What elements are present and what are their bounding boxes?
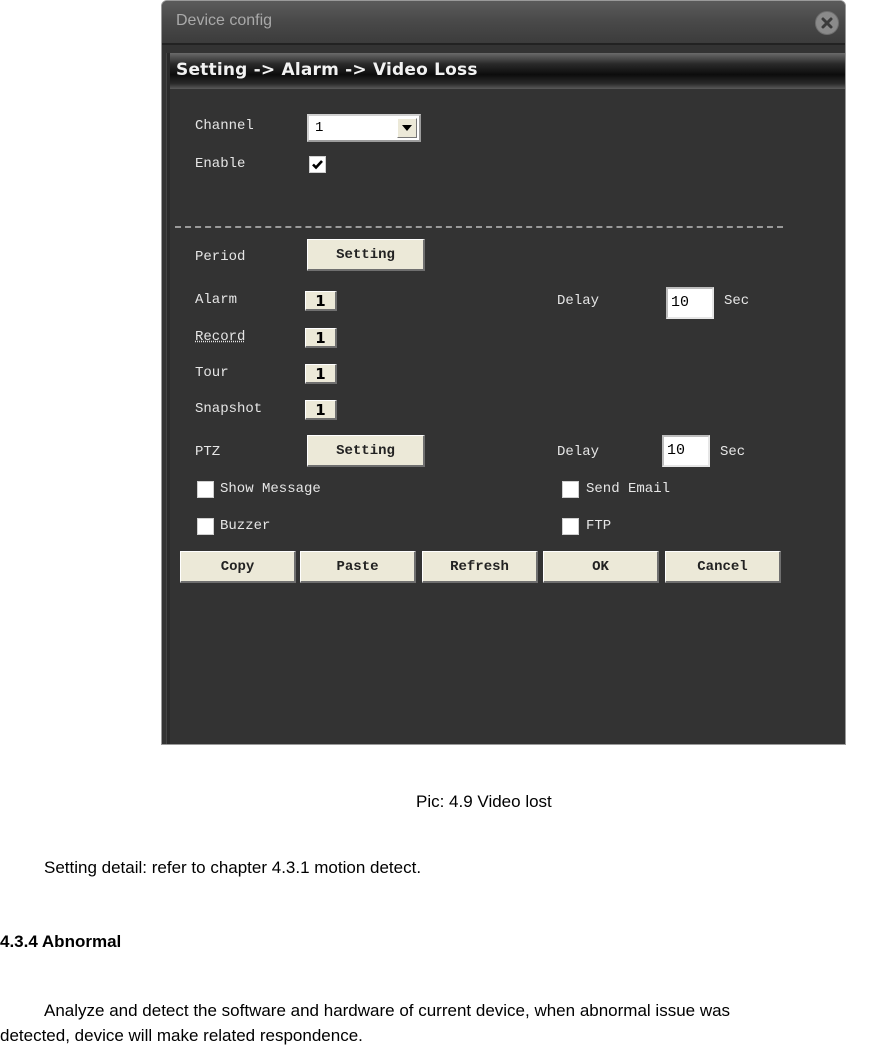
- refresh-button[interactable]: Refresh: [422, 551, 538, 583]
- send-email-label: Send Email: [586, 481, 671, 497]
- ftp-checkbox[interactable]: [562, 518, 579, 535]
- period-label: Period: [195, 249, 246, 265]
- close-icon: [821, 17, 833, 29]
- buzzer-checkbox[interactable]: [197, 518, 214, 535]
- ok-button[interactable]: OK: [543, 551, 659, 583]
- snapshot-label: Snapshot: [195, 401, 263, 417]
- ftp-label: FTP: [586, 518, 612, 534]
- alarm-delay-label: Delay: [557, 293, 600, 309]
- alarm-label: Alarm: [195, 292, 238, 308]
- channel-select[interactable]: 1: [307, 114, 421, 142]
- ptz-delay-label: Delay: [557, 444, 600, 460]
- record-label: Record: [195, 329, 246, 345]
- ptz-delay-unit: Sec: [720, 444, 746, 460]
- tour-label: Tour: [195, 365, 229, 381]
- cancel-button[interactable]: Cancel: [665, 551, 781, 583]
- enable-label: Enable: [195, 156, 246, 172]
- buzzer-label: Buzzer: [220, 518, 271, 534]
- snapshot-channel-button[interactable]: 1: [305, 400, 337, 420]
- channel-label: Channel: [195, 118, 254, 134]
- show-message-checkbox[interactable]: [197, 481, 214, 498]
- alarm-output-button[interactable]: 1: [305, 291, 337, 311]
- dialog-titlebar[interactable]: Device config: [162, 1, 845, 45]
- ptz-label: PTZ: [195, 444, 221, 460]
- checkmark-icon: [312, 160, 323, 170]
- send-email-checkbox[interactable]: [562, 481, 579, 498]
- dropdown-button[interactable]: [397, 118, 417, 138]
- dialog-title: Device config: [176, 12, 273, 29]
- device-config-dialog: Device config Setting -> Alarm -> Video …: [161, 0, 846, 745]
- ptz-delay-input[interactable]: 10: [662, 435, 710, 467]
- paragraph-line-2: detected, device will make related respo…: [0, 1026, 363, 1045]
- paste-button[interactable]: Paste: [300, 551, 416, 583]
- period-setting-button[interactable]: Setting: [307, 239, 425, 271]
- tour-channel-button[interactable]: 1: [305, 364, 337, 384]
- enable-checkbox[interactable]: [309, 156, 326, 173]
- paragraph-line-1: Analyze and detect the software and hard…: [44, 1001, 731, 1020]
- section-divider: [175, 226, 783, 228]
- figure-caption: Pic: 4.9 Video lost: [416, 792, 552, 811]
- close-button[interactable]: [815, 11, 839, 35]
- copy-button[interactable]: Copy: [180, 551, 296, 583]
- channel-value: 1: [315, 120, 324, 136]
- setting-detail-text: Setting detail: refer to chapter 4.3.1 m…: [44, 858, 422, 877]
- alarm-delay-input[interactable]: 10: [666, 287, 714, 319]
- show-message-label: Show Message: [220, 481, 321, 497]
- breadcrumb: Setting -> Alarm -> Video Loss: [176, 60, 478, 80]
- record-channel-button[interactable]: 1: [305, 328, 337, 348]
- dialog-inner-border: [166, 53, 170, 744]
- ptz-setting-button[interactable]: Setting: [307, 435, 425, 467]
- chevron-down-icon: [402, 125, 412, 131]
- section-heading: 4.3.4 Abnormal: [0, 932, 122, 951]
- breadcrumb-bar: Setting -> Alarm -> Video Loss: [170, 53, 845, 89]
- alarm-delay-unit: Sec: [724, 293, 750, 309]
